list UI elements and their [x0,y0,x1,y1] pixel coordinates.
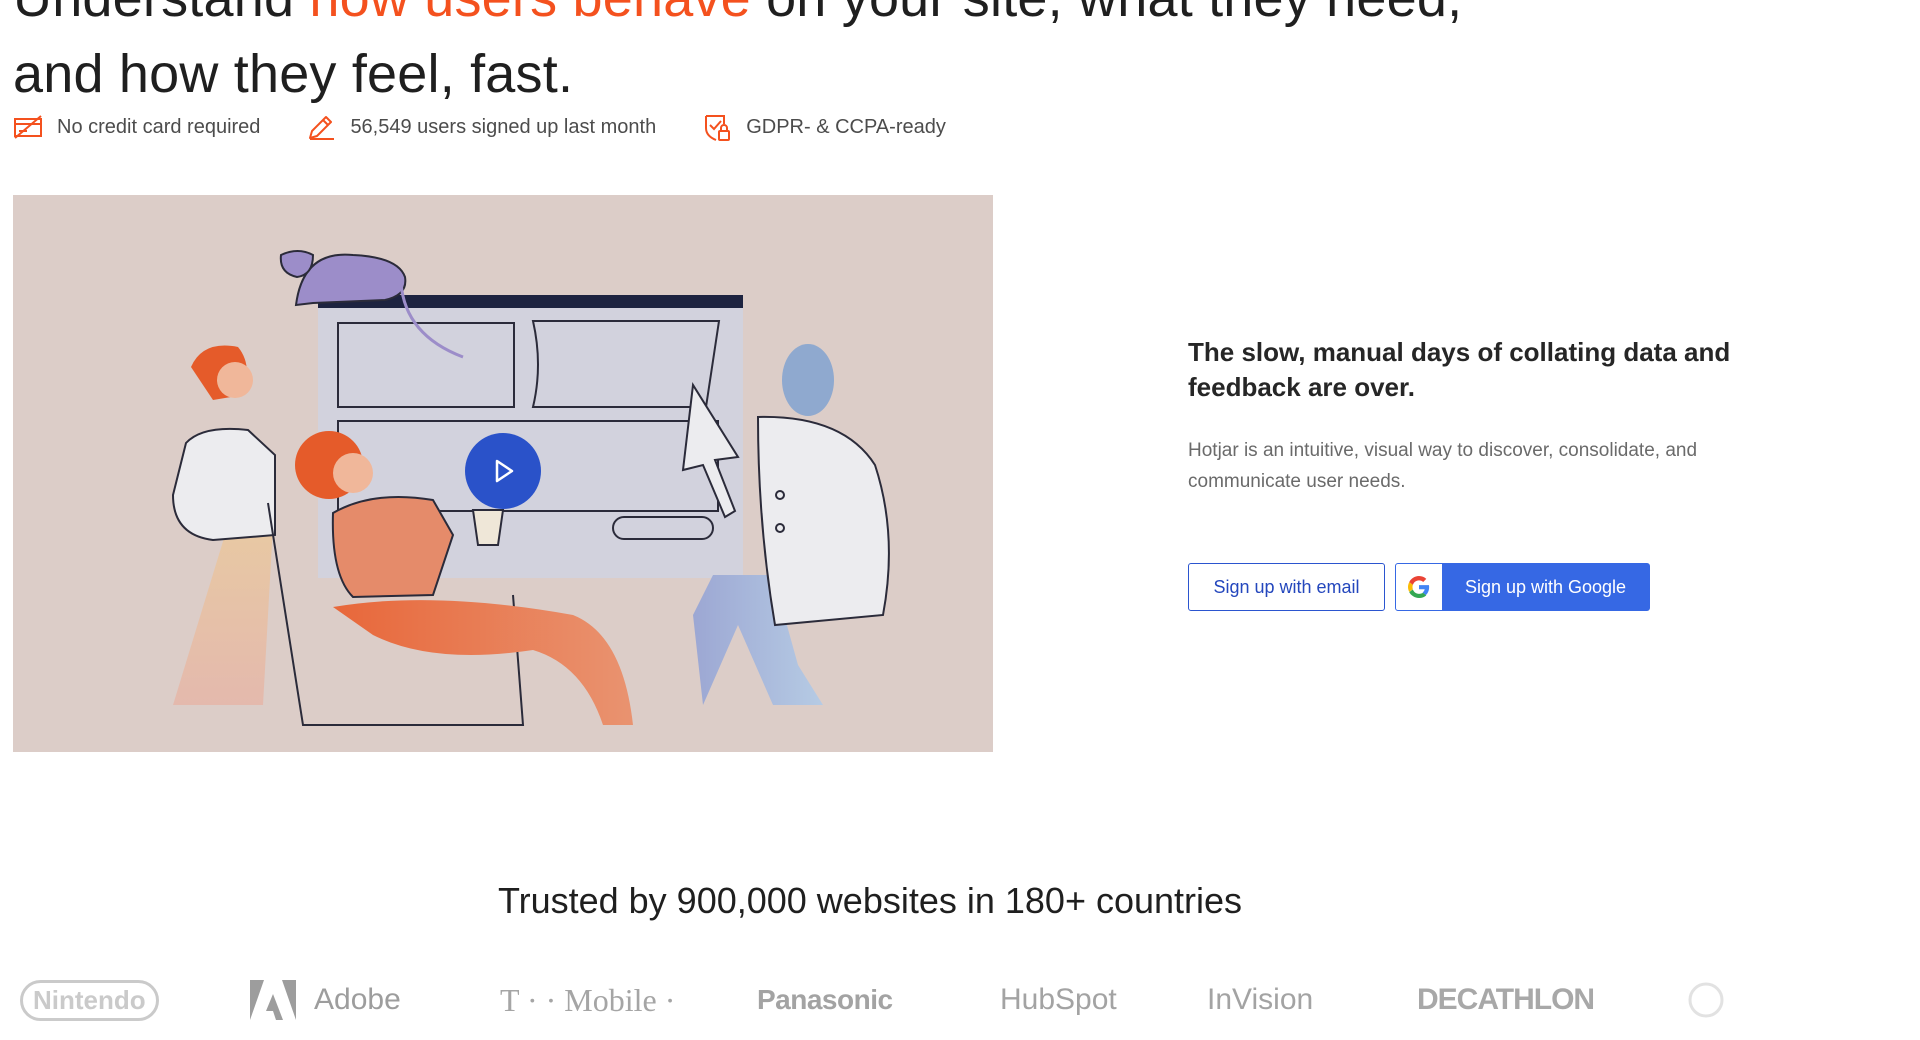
hero-title-accent: how users behave [309,0,750,28]
hero-title: Understand how users behave on your site… [13,0,1513,112]
video-play-button[interactable] [465,433,541,509]
logo-decathlon: DECATHLON [1417,983,1595,1016]
badge-label: GDPR- & CCPA-ready [746,115,946,138]
hero-title-prefix: Understand [13,0,309,28]
logo-partial [1688,970,1724,1030]
sign-up-email-button[interactable]: Sign up with email [1188,563,1385,611]
sign-up-google-button[interactable]: Sign up with Google [1395,563,1650,611]
google-icon [1396,564,1442,610]
play-icon [495,459,514,483]
logo-adobe: Adobe [250,970,401,1030]
badge-gdpr: GDPR- & CCPA-ready [702,112,946,142]
badge-signups: 56,549 users signed up last month [306,112,656,142]
adobe-icon [250,980,296,1020]
logo-panasonic: Panasonic [757,984,893,1015]
shield-lock-icon [705,115,731,141]
promo-heading: The slow, manual days of collating data … [1188,337,1731,402]
logo-tmobile: T · · Mobile · [500,981,676,1018]
circle-logo-icon [1688,982,1724,1018]
pencil-icon [309,116,335,140]
logo-nintendo: Nintendo [20,970,159,1030]
logo-invision: InVision [1207,983,1314,1016]
credit-card-icon [14,115,42,139]
trust-badges: No credit card required 56,549 users sig… [13,112,946,142]
badge-label: 56,549 users signed up last month [350,115,657,138]
signup-buttons: Sign up with email Sign up with Google [1188,563,1650,611]
badge-label: No credit card required [57,115,261,138]
badge-no-credit-card: No credit card required [13,114,260,140]
google-button-label: Sign up with Google [1464,576,1627,597]
video-thumbnail[interactable] [13,195,993,752]
logo-hubspot: HubSpot [1000,983,1117,1016]
trusted-heading: Trusted by 900,000 websites in 180+ coun… [497,880,1243,921]
customer-logos: Nintendo Adobe T · · Mobile · Panasonic … [0,970,1920,1030]
promo-description: Hotjar is an intuitive, visual way to di… [1188,440,1698,492]
promo-block: The slow, manual days of collating data … [1188,335,1748,497]
